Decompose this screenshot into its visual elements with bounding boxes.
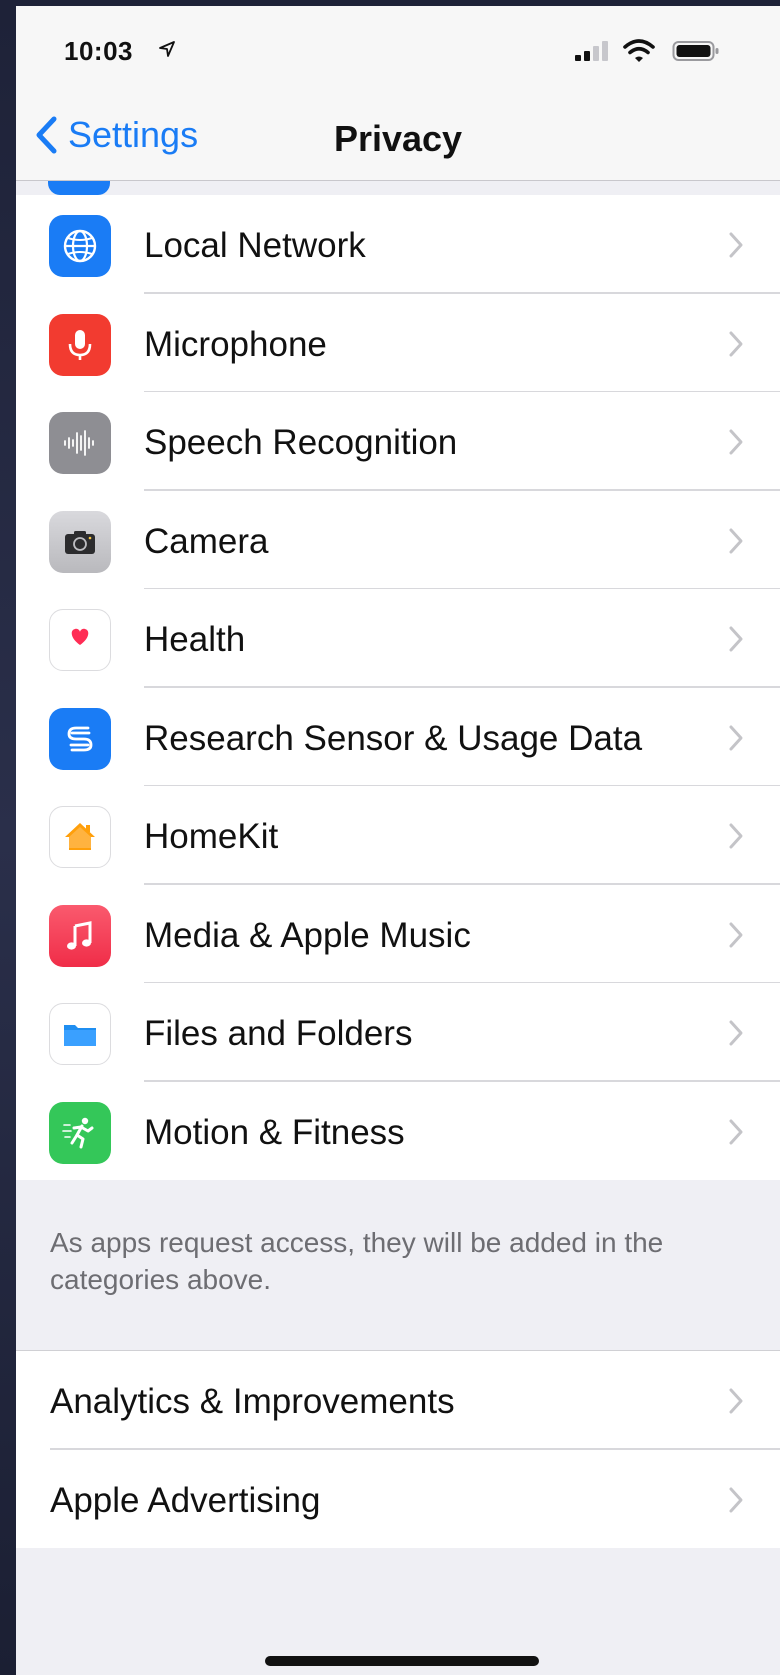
list-item-label: Research Sensor & Usage Data [144, 718, 643, 758]
phone-screen: 10:03 Settings Privacy Local Network Mic… [16, 6, 780, 1675]
research-app-icon [49, 707, 111, 770]
chevron-right-icon [729, 1020, 743, 1046]
running-figure-icon [62, 1117, 94, 1148]
home-icon [65, 823, 95, 850]
battery-icon [672, 41, 719, 61]
music-app-icon [49, 904, 111, 967]
list-item-label: Motion & Fitness [144, 1112, 405, 1152]
privacy-category-list: Local Network Microphone Speech Recognit… [16, 195, 780, 1180]
chevron-right-icon [729, 823, 743, 849]
speech-recognition-app-icon [49, 412, 111, 474]
list-item-label: Files and Folders [144, 1014, 413, 1053]
list-item-media-apple-music[interactable]: Media & Apple Music [16, 885, 780, 983]
list-item-label: Health [144, 620, 246, 659]
wifi-icon [623, 39, 655, 62]
camera-icon [65, 530, 95, 554]
list-item-homekit[interactable]: HomeKit [16, 786, 780, 885]
chevron-right-icon [729, 626, 743, 652]
page-title: Privacy [333, 118, 463, 159]
research-icon [67, 726, 93, 751]
status-bar: 10:03 [16, 6, 780, 96]
camera-app-icon [49, 510, 111, 573]
files-app-icon [49, 1003, 111, 1065]
chevron-right-icon [729, 331, 743, 356]
list-item-label: Speech Recognition [144, 423, 458, 462]
list-item-research-sensor[interactable]: Research Sensor & Usage Data [16, 688, 780, 786]
list-item-label: Microphone [144, 324, 327, 364]
status-time: 10:03 [64, 36, 133, 66]
list-item-label: Camera [144, 521, 269, 561]
chevron-right-icon [729, 1119, 743, 1144]
chevron-right-icon [729, 1388, 743, 1414]
chevron-right-icon [729, 528, 743, 553]
music-note-icon [67, 920, 92, 950]
chevron-right-icon [729, 429, 743, 455]
list-item-camera[interactable]: Camera [16, 491, 780, 589]
chevron-right-icon [729, 1487, 743, 1512]
homekit-app-icon [49, 806, 111, 868]
heart-icon [71, 628, 89, 645]
list-item-apple-advertising[interactable]: Apple Advertising [16, 1450, 780, 1549]
chevron-right-icon [729, 922, 743, 947]
location-arrow-icon [159, 41, 175, 57]
other-settings-list: Analytics & Improvements Apple Advertisi… [16, 1350, 780, 1548]
list-item-health[interactable]: Health [16, 589, 780, 688]
cellular-signal-icon [575, 41, 608, 61]
globe-icon [63, 229, 97, 263]
chevron-right-icon [729, 725, 743, 750]
list-item-speech-recognition[interactable]: Speech Recognition [16, 392, 780, 491]
list-item-local-network[interactable]: Local Network [16, 195, 780, 294]
chevron-right-icon [729, 232, 743, 258]
health-app-icon [49, 609, 111, 671]
list-item-label: Media & Apple Music [144, 915, 471, 955]
list-item-label: Apple Advertising [50, 1480, 321, 1520]
waveform-icon [64, 430, 94, 456]
home-indicator[interactable] [265, 1656, 539, 1666]
list-item-label: Analytics & Improvements [50, 1382, 455, 1421]
local-network-app-icon [49, 215, 111, 277]
navigation-bar: Settings Privacy [16, 96, 780, 181]
list-item-files-and-folders[interactable]: Files and Folders [16, 983, 780, 1082]
section-footer-note: As apps request access, they will be add… [50, 1227, 664, 1295]
list-item-label: Local Network [144, 226, 366, 265]
list-item-motion-fitness[interactable]: Motion & Fitness [16, 1082, 780, 1181]
list-item-microphone[interactable]: Microphone [16, 294, 780, 392]
folder-icon [64, 1025, 96, 1046]
partial-row-icon [48, 181, 110, 195]
microphone-icon [68, 329, 92, 360]
list-item-analytics-improvements[interactable]: Analytics & Improvements [16, 1351, 780, 1450]
list-item-label: HomeKit [144, 817, 279, 856]
microphone-app-icon [49, 313, 111, 376]
fitness-app-icon [49, 1101, 111, 1164]
